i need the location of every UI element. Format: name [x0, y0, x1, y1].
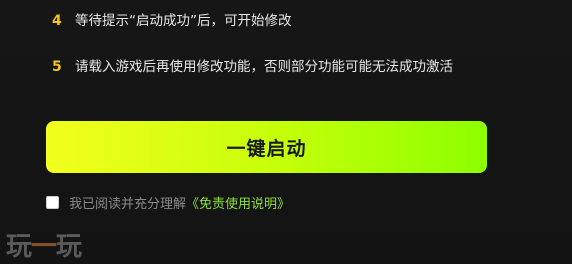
- launch-button[interactable]: 一键启动: [46, 121, 487, 173]
- launcher-panel: 4 等待提示“启动成功”后，可开始修改 5 请载入游戏后再使用修改功能，否则部分…: [0, 0, 572, 264]
- step-text: 请载入游戏后再使用修改功能，否则部分功能可能无法成功激活: [75, 59, 453, 75]
- agree-checkbox[interactable]: [46, 195, 59, 209]
- watermark-logo: 玩一玩: [6, 232, 82, 262]
- agreement-text: 我已阅读并充分理解: [69, 196, 187, 212]
- launch-button-label: 一键启动: [226, 138, 307, 160]
- step-text: 等待提示“启动成功”后，可开始修改: [75, 13, 292, 29]
- step-number: 4: [52, 13, 62, 29]
- step-number: 5: [52, 59, 62, 75]
- disclaimer-link[interactable]: 《免责使用说明》: [186, 193, 290, 212]
- agreement-row: 我已阅读并充分理解 《免责使用说明》: [46, 193, 290, 212]
